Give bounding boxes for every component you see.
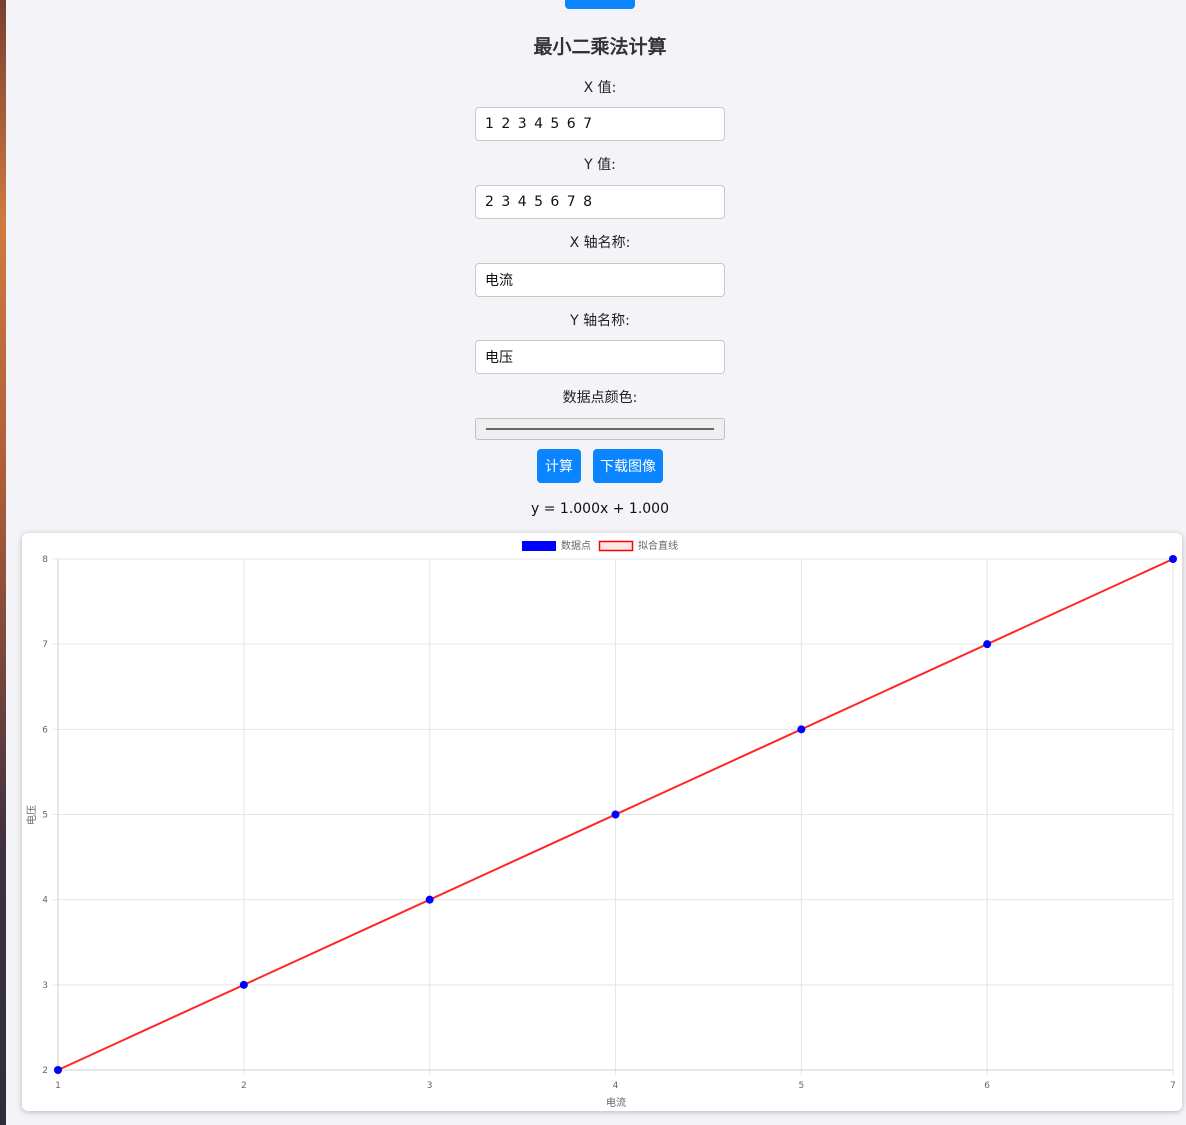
x-tick-label: 6	[984, 1081, 990, 1091]
legend-swatch-points	[522, 541, 556, 551]
x-tick-label: 4	[613, 1081, 619, 1091]
data-point[interactable]	[983, 640, 992, 649]
x-tick-label: 2	[241, 1081, 247, 1091]
x-axis-name-input[interactable]	[475, 263, 725, 297]
data-point[interactable]	[425, 895, 434, 904]
page-title: 最小二乘法计算	[533, 36, 667, 58]
y-values-label: Y 值:	[584, 157, 616, 173]
data-point[interactable]	[239, 980, 248, 989]
legend-swatch-fit-line	[598, 540, 634, 552]
y-tick-label: 8	[42, 555, 48, 565]
x-values-input[interactable]	[475, 107, 725, 141]
scatter-chart: 1 2 3 4 5 6 72345678 数据点 拟合直线 电流 电压	[25, 539, 1177, 1109]
y-axis-name-input[interactable]	[475, 340, 725, 374]
x-axis-name-label: X 轴名称:	[569, 235, 631, 251]
x-tick-label: 7	[1170, 1081, 1176, 1091]
chart-legend[interactable]: 数据点 拟合直线	[522, 539, 678, 552]
y-tick-label: 4	[42, 896, 48, 906]
y-tick-label: 3	[42, 981, 48, 991]
y-tick-label: 7	[42, 640, 48, 650]
x-tick-label: 1	[55, 1081, 61, 1091]
app-page: 最小二乘法计算 X 值: Y 值: X 轴名称: Y 轴名称: 数据点颜色: 计…	[6, 0, 1186, 1125]
download-image-button[interactable]: 下载图像	[593, 449, 663, 483]
y-values-input[interactable]	[475, 185, 725, 219]
regression-equation: y = 1.000x + 1.000	[531, 501, 669, 517]
point-color-label: 数据点颜色:	[562, 390, 638, 406]
top-button[interactable]	[565, 0, 635, 9]
chart-card: 12345672345678 数据点 拟合直线 电流 电压	[22, 533, 1182, 1111]
x-tick-label: 5	[798, 1081, 804, 1091]
color-swatch	[486, 428, 714, 430]
point-color-picker[interactable]	[475, 418, 725, 440]
legend-label-fit-line: 拟合直线	[638, 539, 678, 552]
data-point[interactable]	[1169, 555, 1177, 563]
y-tick-label: 5	[42, 811, 48, 821]
compute-button[interactable]: 计算	[537, 449, 581, 483]
y-axis-name-label: Y 轴名称:	[570, 313, 630, 329]
y-tick-label: 6	[42, 725, 48, 735]
legend-label-points: 数据点	[561, 539, 591, 552]
x-tick-label: 3	[427, 1081, 433, 1091]
y-tick-label: 2	[42, 1066, 48, 1076]
x-values-label: X 值:	[583, 80, 617, 96]
data-point[interactable]	[54, 1066, 62, 1074]
data-point[interactable]	[797, 725, 806, 734]
y-axis-title: 电压	[25, 805, 38, 825]
data-point[interactable]	[611, 810, 620, 819]
x-axis-title: 电流	[606, 1096, 626, 1109]
